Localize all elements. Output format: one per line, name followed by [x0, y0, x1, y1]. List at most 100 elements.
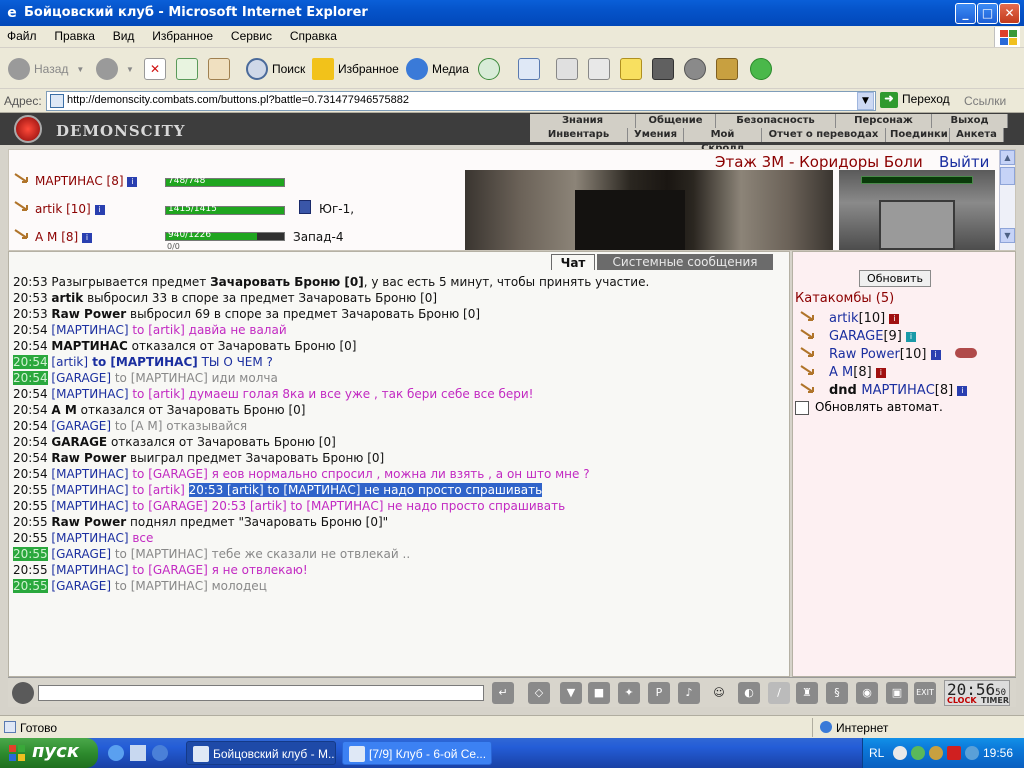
info-icon[interactable]: i	[127, 176, 138, 187]
stop-icon[interactable]: ✕	[144, 58, 166, 80]
chat-text[interactable]: [GARAGE]	[51, 371, 111, 385]
nav-inventory[interactable]: Инвентарь	[530, 128, 628, 142]
bag-icon[interactable]: ▣	[886, 682, 908, 704]
nav-exit[interactable]: Выход	[932, 114, 1008, 128]
chat-text[interactable]: Raw Power	[51, 451, 126, 465]
menu-edit[interactable]: Правка	[47, 26, 102, 46]
info-icon[interactable]: i	[906, 331, 916, 342]
room-member[interactable]: Raw Power[10] i	[795, 346, 1015, 364]
chat-text[interactable]: [МАРТИНАС]	[51, 563, 128, 577]
chat-text[interactable]: А М	[51, 403, 76, 417]
navigation-panel[interactable]	[839, 170, 995, 250]
chat-timestamp[interactable]: 20:55	[13, 515, 48, 529]
chat-text[interactable]: Raw Power	[51, 307, 126, 321]
info-icon[interactable]: i	[875, 367, 886, 378]
member-arrow-icon[interactable]	[799, 310, 817, 324]
member-name[interactable]: А М	[829, 365, 853, 380]
language-indicator[interactable]: RL	[869, 746, 884, 760]
room-member[interactable]: artik[10] i	[795, 310, 1015, 328]
smiley-head-icon[interactable]	[12, 682, 34, 704]
chat-text[interactable]: [GARAGE]	[51, 579, 111, 593]
info-icon[interactable]: i	[930, 349, 941, 360]
favorites-button[interactable]: Избранное	[312, 56, 399, 82]
home-icon[interactable]	[208, 58, 230, 80]
nav-transfer-report[interactable]: Отчет о переводах	[762, 128, 886, 142]
member-arrow-icon[interactable]	[799, 346, 817, 360]
eraser-icon[interactable]: ◇	[528, 682, 550, 704]
chat-timestamp[interactable]: 20:54	[13, 339, 48, 353]
chat-text[interactable]: artik	[51, 291, 83, 305]
chat-text[interactable]: [МАРТИНАС]	[51, 483, 128, 497]
chat-timestamp[interactable]: 20:54	[13, 451, 48, 465]
chat-timestamp[interactable]: 20:53	[13, 291, 48, 305]
tray-arrow-icon[interactable]	[893, 746, 907, 760]
scroll-icon[interactable]: §	[826, 682, 848, 704]
chat-timestamp[interactable]: 20:53	[13, 275, 48, 289]
member-name[interactable]: Raw Power	[829, 347, 900, 362]
menu-file[interactable]: Файл	[0, 26, 44, 46]
room-member[interactable]: А М[8] i	[795, 364, 1015, 382]
member-arrow-icon[interactable]	[799, 364, 817, 378]
chat-text[interactable]: Raw Power	[51, 515, 126, 529]
chat-text[interactable]: [МАРТИНАС]	[51, 499, 128, 513]
nav-knowledge[interactable]: Знания	[530, 114, 636, 128]
send-icon[interactable]: ↵	[492, 682, 514, 704]
nav-communication[interactable]: Общение	[636, 114, 716, 128]
chat-timestamp[interactable]: 20:54	[13, 371, 48, 385]
mask-icon[interactable]: ◉	[856, 682, 878, 704]
member-arrow-icon[interactable]	[799, 328, 817, 342]
start-button[interactable]: пуск	[0, 738, 98, 768]
links-button[interactable]: Ссылки	[964, 94, 1006, 108]
scroll-thumb[interactable]	[1000, 167, 1015, 185]
member-name[interactable]: artik	[829, 311, 859, 326]
history-icon[interactable]	[478, 58, 500, 80]
tray-volume-icon[interactable]	[965, 746, 979, 760]
browser-quicklaunch-icon[interactable]	[152, 745, 168, 761]
icq-flower-icon[interactable]	[750, 58, 772, 80]
refresh-button[interactable]: Обновить	[859, 270, 931, 287]
member-name[interactable]: GARAGE	[829, 329, 883, 344]
save-icon[interactable]: ■	[588, 682, 610, 704]
print-icon[interactable]	[556, 58, 578, 80]
translit-icon[interactable]: P	[648, 682, 670, 704]
tray-k-icon[interactable]	[947, 746, 961, 760]
slash-icon[interactable]: /	[768, 682, 790, 704]
chat-text[interactable]: [МАРТИНАС]	[51, 531, 128, 545]
nav-my-scroll[interactable]: Мой Скролл	[684, 128, 762, 154]
shield-icon[interactable]	[684, 58, 706, 80]
chat-text[interactable]: ТЫ О ЧЕМ ?	[198, 355, 273, 369]
menu-help[interactable]: Справка	[283, 26, 344, 46]
chat-timestamp[interactable]: 20:55	[13, 483, 48, 497]
chat-timestamp[interactable]: 20:55	[13, 579, 48, 593]
scroll-up-icon[interactable]: ▲	[1000, 150, 1015, 165]
chat-text[interactable]: МАРТИНАС	[51, 339, 127, 353]
filter-icon[interactable]: ▼	[560, 682, 582, 704]
info-icon[interactable]: i	[889, 313, 900, 324]
dungeon-view[interactable]	[465, 170, 833, 250]
chat-timestamp[interactable]: 20:54	[13, 435, 48, 449]
music-icon[interactable]: ♪	[678, 682, 700, 704]
mail-icon[interactable]	[518, 58, 540, 80]
room-member[interactable]: dnd МАРТИНАС[8] i	[795, 382, 1015, 400]
chat-timestamp[interactable]: 20:55	[13, 547, 48, 561]
tray-network-icon[interactable]	[911, 746, 925, 760]
task-item-club[interactable]: [7/9] Клуб - 6-ой Се...	[342, 741, 492, 765]
refresh-icon[interactable]	[176, 58, 198, 80]
exit-icon[interactable]: EXIT	[914, 682, 936, 704]
menu-view[interactable]: Вид	[106, 26, 142, 46]
nav-profile[interactable]: Анкета	[950, 128, 1004, 142]
close-button[interactable]: ✕	[999, 3, 1020, 24]
task-item-ie[interactable]: Бойцовский клуб - М...	[186, 741, 336, 765]
app-quicklaunch-icon[interactable]	[130, 745, 146, 761]
chat-timestamp[interactable]: 20:54	[13, 419, 48, 433]
auto-refresh-toggle[interactable]: Обновлять автомат.	[795, 400, 943, 415]
nav-fights[interactable]: Поединки	[886, 128, 950, 142]
back-button[interactable]: Назад ▼	[8, 56, 84, 82]
chat-text[interactable]: [artik]	[51, 355, 88, 369]
forward-button[interactable]: ▼	[96, 56, 134, 82]
info-scrollbar[interactable]: ▲ ▼	[999, 150, 1015, 250]
nav-security[interactable]: Безопасность	[716, 114, 836, 128]
chat-text[interactable]: [МАРТИНАС]	[51, 387, 128, 401]
chat-timestamp[interactable]: 20:54	[13, 467, 48, 481]
chat-input[interactable]	[38, 685, 484, 701]
